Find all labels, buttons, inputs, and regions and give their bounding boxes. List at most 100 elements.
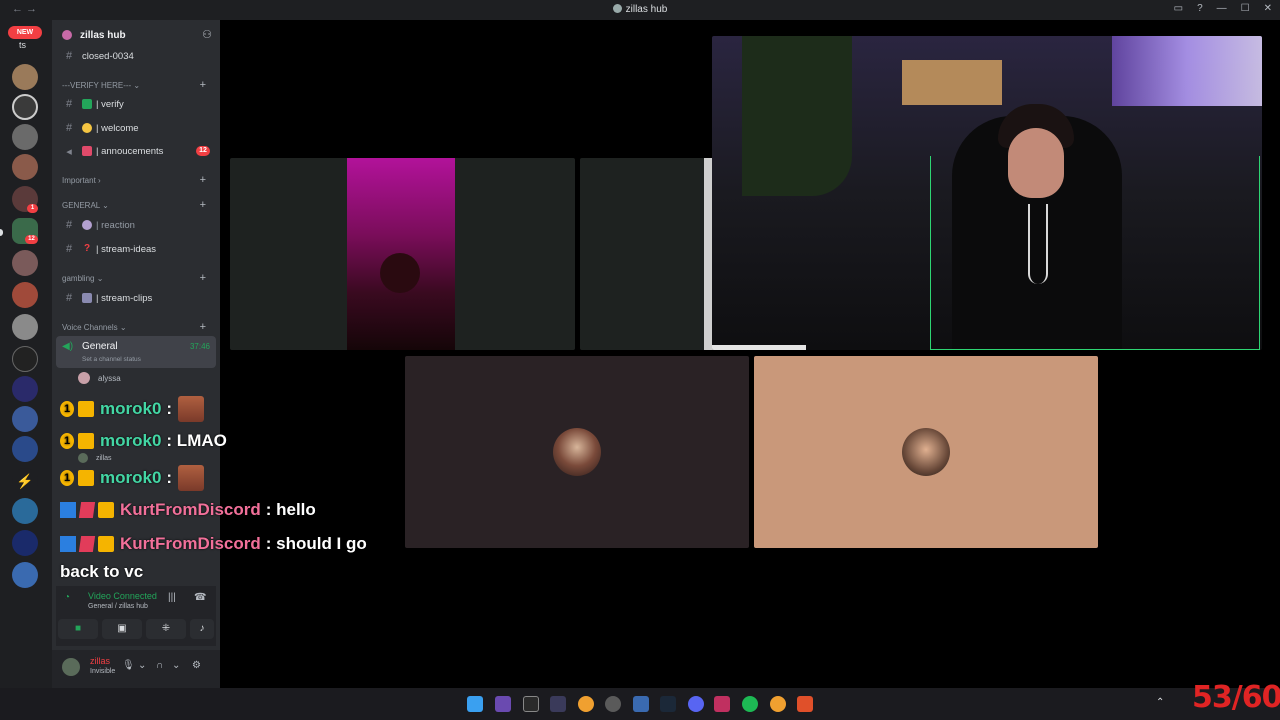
steam-icon[interactable] — [660, 696, 676, 712]
category-gambling[interactable]: gambling ⌄ + — [62, 272, 212, 284]
lightning-icon[interactable]: ⚡ — [12, 468, 38, 494]
server-icon[interactable] — [12, 376, 38, 402]
speaking-indicator — [930, 156, 1260, 350]
server-icon[interactable] — [12, 282, 38, 308]
crown-badge-icon — [78, 401, 94, 417]
spotify-icon[interactable] — [742, 696, 758, 712]
activities-button[interactable]: ⁜ — [146, 619, 186, 639]
server-icon[interactable] — [12, 406, 38, 432]
sub-badge-icon: 1 — [60, 433, 74, 449]
channel-verify[interactable]: # | verify — [58, 94, 214, 114]
chevron-up-icon[interactable]: ⌃ — [1156, 697, 1164, 708]
taskbar: ⌃ — [0, 688, 1280, 720]
category-verify[interactable]: ---VERIFY HERE--- ⌄ + — [62, 79, 212, 91]
voice-channel-general[interactable]: ◀) General 37:46 Set a channel status — [56, 336, 216, 368]
selected-pill — [0, 229, 3, 236]
soundboard-button[interactable]: ♪ — [190, 619, 214, 639]
progress-bar — [712, 345, 806, 350]
server-folder-label[interactable]: ts — [19, 40, 26, 50]
channel-status[interactable]: Set a channel status — [82, 356, 141, 363]
megaphone-icon: ◂ — [66, 145, 72, 158]
settings-gear-icon[interactable]: ⚙ — [192, 660, 201, 671]
neon-light — [1112, 36, 1262, 106]
mention-badge: 1 — [27, 204, 38, 213]
server-icon[interactable] — [12, 314, 38, 340]
connection-status[interactable]: Video Connected — [88, 591, 157, 601]
hash-icon: # — [65, 122, 73, 134]
headphones-icon[interactable]: ∩ — [156, 660, 163, 671]
server-icon[interactable] — [12, 498, 38, 524]
app-icon[interactable] — [523, 696, 539, 712]
start-icon[interactable] — [467, 696, 483, 712]
chevron-down-icon[interactable]: ⌄ — [138, 660, 146, 671]
inbox-icon[interactable]: ▭ — [1174, 3, 1183, 14]
channel-annoucements[interactable]: ◂ | annoucements 12 — [58, 141, 214, 161]
server-icon[interactable] — [12, 124, 38, 150]
brave-icon[interactable] — [797, 696, 813, 712]
badge-icon — [60, 536, 76, 552]
voice-user[interactable]: zillas — [78, 453, 112, 463]
create-channel-icon[interactable]: + — [200, 199, 206, 211]
chrome-icon[interactable] — [770, 696, 786, 712]
app-icon[interactable] — [714, 696, 730, 712]
maximize-button[interactable]: ☐ — [1241, 3, 1250, 14]
app-icon[interactable] — [633, 696, 649, 712]
discord-icon[interactable] — [688, 696, 704, 712]
participant-tile[interactable] — [405, 356, 749, 548]
signal-icon[interactable]: ◔ — [64, 592, 70, 603]
noise-suppression-icon[interactable]: ||| — [168, 592, 176, 603]
create-channel-icon[interactable]: + — [200, 321, 206, 333]
channel-stream-ideas[interactable]: # ? | stream-ideas — [58, 239, 214, 259]
help-icon[interactable]: ? — [1197, 3, 1203, 14]
screen-share-button[interactable]: ▣ — [102, 619, 142, 639]
chevron-right-icon: › — [95, 176, 101, 185]
chat-message: 1 morok0 : — [60, 396, 205, 422]
microphone-icon[interactable]: 🎙 — [122, 660, 135, 671]
emoji-icon — [82, 220, 92, 230]
create-channel-icon[interactable]: + — [200, 272, 206, 284]
unread-badge: 12 — [196, 146, 210, 156]
camera-button[interactable]: ■ — [58, 619, 98, 639]
server-icon[interactable] — [12, 250, 38, 276]
new-badge[interactable]: NEW — [8, 26, 42, 39]
video-tile[interactable] — [230, 158, 575, 350]
category-general[interactable]: GENERAL ⌄ + — [62, 199, 212, 211]
sub-badge-icon: 1 — [60, 401, 74, 417]
channel-reaction[interactable]: # | reaction — [58, 215, 214, 235]
task-view-icon[interactable] — [495, 696, 511, 712]
participant-silhouette — [380, 253, 420, 293]
channel-closed-0034[interactable]: # closed-0034 — [58, 46, 214, 66]
category-important[interactable]: Important › + — [62, 174, 212, 186]
disconnect-icon[interactable]: ☎ — [194, 592, 206, 603]
server-icon[interactable] — [12, 436, 38, 462]
server-icon[interactable] — [12, 64, 38, 90]
obs-icon[interactable] — [605, 696, 621, 712]
avatar[interactable] — [62, 658, 80, 676]
crown-badge-icon — [78, 433, 94, 449]
emote-icon — [178, 396, 205, 422]
participant-tile[interactable] — [754, 356, 1098, 548]
chevron-down-icon[interactable]: ⌄ — [172, 660, 180, 671]
create-channel-icon[interactable]: + — [200, 174, 206, 186]
channel-stream-clips[interactable]: # | stream-clips — [58, 288, 214, 308]
server-icon[interactable] — [12, 346, 38, 372]
voice-user[interactable]: alyssa — [78, 372, 121, 384]
video-tile[interactable] — [580, 158, 720, 350]
server-icon[interactable] — [12, 154, 38, 180]
channel-sidebar: zillas hub ⚇ # closed-0034 ---VERIFY HER… — [52, 20, 220, 688]
close-button[interactable]: ✕ — [1264, 3, 1272, 14]
minimize-button[interactable]: — — [1217, 3, 1227, 14]
connection-location: General / zillas hub — [88, 603, 148, 610]
server-rail: NEW ts 1 12 ⚡ — [0, 20, 52, 688]
app-icon[interactable] — [550, 696, 566, 712]
create-channel-icon[interactable]: + — [200, 79, 206, 91]
chrome-icon[interactable] — [578, 696, 594, 712]
chat-username: morok0 — [100, 431, 162, 450]
server-icon[interactable] — [12, 562, 38, 588]
category-voice[interactable]: Voice Channels ⌄ + — [62, 321, 212, 333]
server-icon[interactable] — [12, 530, 38, 556]
streamer-camera-tile[interactable] — [712, 36, 1262, 350]
invite-people-icon[interactable]: ⚇ — [202, 28, 212, 41]
server-icon[interactable] — [12, 94, 38, 120]
channel-welcome[interactable]: # | welcome — [58, 118, 214, 138]
